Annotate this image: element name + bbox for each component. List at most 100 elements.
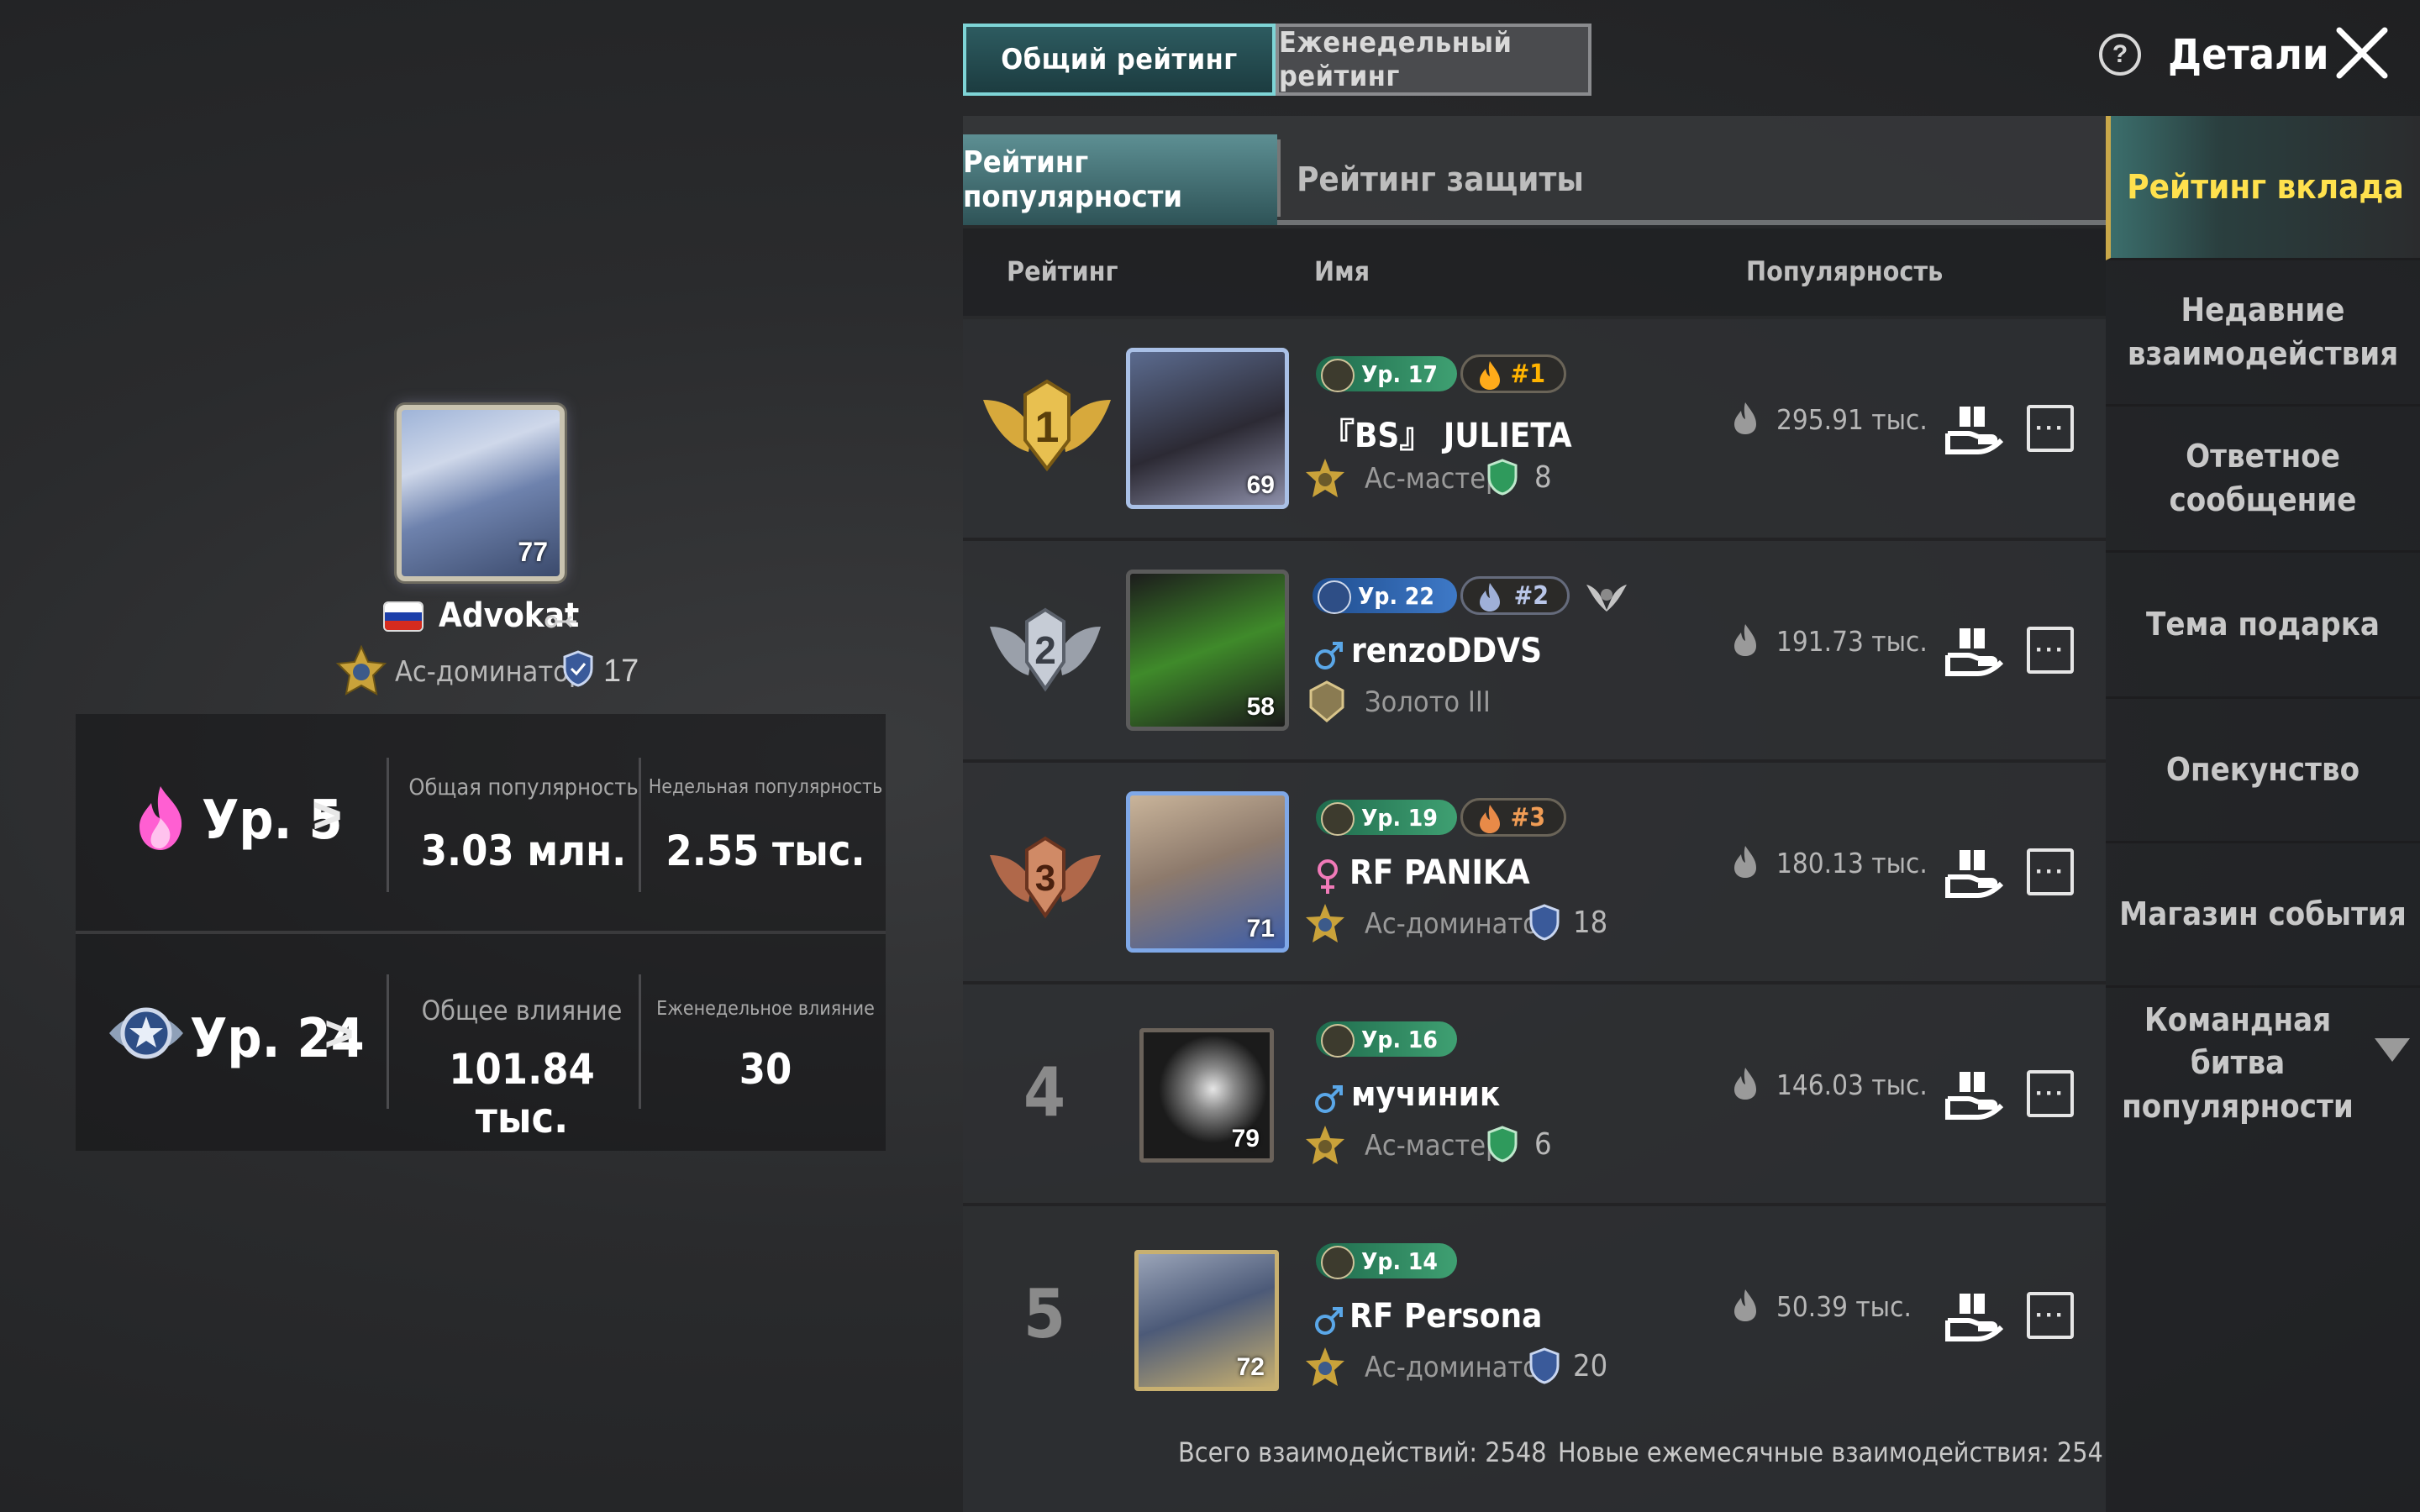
player-name[interactable]: RF Persona <box>1349 1297 1542 1336</box>
male-gender-icon <box>1315 1307 1343 1335</box>
sidebar-item-guardianship[interactable]: Опекунство <box>2106 699 2420 843</box>
flame-icon <box>1480 361 1500 390</box>
total-popularity-value: 3.03 млн. <box>420 827 627 875</box>
profile-tier-number: 17 <box>603 654 639 689</box>
monthly-interactions: Новые ежемесячные взаимодействия: 254 <box>1558 1436 2103 1468</box>
popularity-value: 295.91 тыс. <box>1776 403 1928 436</box>
shield-icon <box>1529 1347 1560 1384</box>
avatar-level: 69 <box>1246 471 1275 499</box>
weekly-popularity-value: 2.55 тыс. <box>666 827 865 875</box>
weekly-influence-label: Еженедельное влияние <box>656 998 875 1020</box>
gold-rank-1-icon: 1 <box>983 379 1111 472</box>
ace-master-icon <box>1306 1126 1344 1164</box>
star-badge-icon <box>109 1007 183 1059</box>
player-name[interactable]: мучиник <box>1351 1075 1500 1114</box>
sidebar-item-recent-interactions[interactable]: Недавние взаимодействия <box>2106 260 2420 407</box>
gift-hand-icon[interactable] <box>1944 1065 2005 1126</box>
flame-icon <box>1734 846 1756 878</box>
flame-icon <box>1480 805 1500 833</box>
player-avatar[interactable]: 69 <box>1126 348 1289 509</box>
ace-dominator-icon <box>1306 904 1344 942</box>
weekly-influence-value: 30 <box>739 1045 792 1094</box>
female-gender-icon <box>1318 859 1338 894</box>
more-options-button[interactable]: ··· <box>2027 848 2074 895</box>
svg-text:2: 2 <box>1034 628 1056 672</box>
player-tier: Ас-мастер <box>1365 1129 1502 1163</box>
tab-popularity-rating[interactable]: Рейтинг популярности <box>963 134 1277 225</box>
flame-icon <box>1734 1068 1756 1100</box>
avatar-level: 77 <box>518 537 548 567</box>
sidebar-item-reply-message[interactable]: Ответное сообщение <box>2106 407 2420 553</box>
popularity-value: 146.03 тыс. <box>1776 1068 1928 1101</box>
player-avatar[interactable]: 79 <box>1139 1028 1274 1163</box>
player-tier-number: 8 <box>1534 460 1552 495</box>
level-badge: Ур. 22 <box>1313 578 1457 614</box>
popularity-value: 191.73 тыс. <box>1776 625 1928 658</box>
rank-badge: #3 <box>1460 798 1566 837</box>
sidebar-item-contribution-rating[interactable]: Рейтинг вклада <box>2106 116 2420 260</box>
tab-overall-rating[interactable]: Общий рейтинг <box>963 24 1276 96</box>
column-rank: Рейтинг <box>1007 255 1118 287</box>
more-options-button[interactable]: ··· <box>2027 405 2074 452</box>
player-name[interactable]: RF PANIKA <box>1349 853 1530 892</box>
player-tier-number: 18 <box>1573 906 1608 940</box>
avatar-level: 79 <box>1231 1125 1260 1152</box>
gift-hand-icon[interactable] <box>1944 1287 2005 1347</box>
bronze-rank-3-icon: 3 <box>990 836 1101 919</box>
avatar-level: 71 <box>1246 915 1275 942</box>
sidebar-item-event-shop[interactable]: Магазин события <box>2106 843 2420 988</box>
table-row[interactable]: 3 71 Ур. 19 #3 RF PANIKA Ас-доминатор 18… <box>963 763 2106 984</box>
chevron-right-icon[interactable]: > <box>313 786 342 844</box>
winged-emblem-icon <box>1586 585 1627 612</box>
more-options-button[interactable]: ··· <box>2027 1292 2074 1339</box>
player-avatar[interactable]: 72 <box>1134 1250 1279 1391</box>
close-icon[interactable] <box>2333 24 2391 82</box>
rank-badge: #1 <box>1460 354 1566 393</box>
player-avatar[interactable]: 58 <box>1126 570 1289 731</box>
gift-hand-icon[interactable] <box>1944 622 2005 682</box>
total-popularity-label: Общая популярность <box>408 774 639 801</box>
ace-dominator-icon <box>1306 1347 1344 1386</box>
profile-avatar[interactable]: 77 <box>397 405 565 581</box>
ornament-icon <box>544 615 576 628</box>
rank-number: 4 <box>1023 1053 1066 1131</box>
chevron-right-icon[interactable]: > <box>324 1005 354 1063</box>
player-tier: Золото III <box>1365 685 1491 719</box>
ace-master-icon <box>1306 459 1344 497</box>
flame-icon <box>1480 583 1500 612</box>
table-row[interactable]: 4 79 Ур. 16 мучиник Ас-мастер 6 146.03 т… <box>963 984 2106 1206</box>
influence-stats-panel: Ур. 24 > Общее влияние 101.84 тыс. Ежене… <box>76 934 886 1151</box>
shield-icon <box>563 650 593 687</box>
chevron-down-icon[interactable] <box>2373 1035 2412 1063</box>
table-row[interactable]: 2 58 Ур. 22 #2 renzoDDVS Золото III 191.… <box>963 541 2106 763</box>
sidebar-item-team-popularity-battle[interactable]: Командная битва популярности <box>2106 988 2420 1139</box>
rank-badge: #2 <box>1460 576 1570 615</box>
column-name: Имя <box>1314 255 1370 287</box>
flame-icon <box>1734 1289 1756 1321</box>
details-link[interactable]: Детали <box>2168 30 2328 79</box>
table-row[interactable]: 1 69 Ур. 17 #1 『BS』 JULIETA Ас-мастер 8 … <box>963 319 2106 541</box>
player-tier: Ас-доминатор <box>1365 907 1555 941</box>
flame-icon <box>1734 402 1756 434</box>
player-name[interactable]: renzoDDVS <box>1351 632 1542 670</box>
popularity-value: 180.13 тыс. <box>1776 847 1928 879</box>
avatar-level: 72 <box>1236 1353 1265 1381</box>
male-gender-icon <box>1315 1085 1343 1113</box>
level-badge: Ур. 16 <box>1316 1021 1457 1058</box>
more-options-button[interactable]: ··· <box>2027 1070 2074 1117</box>
tab-defense-rating[interactable]: Рейтинг защиты <box>1281 134 1600 225</box>
sidebar-item-gift-theme[interactable]: Тема подарка <box>2106 553 2420 699</box>
tab-weekly-rating[interactable]: Еженедельный рейтинг <box>1276 24 1591 96</box>
weekly-popularity-label: Недельная популярность <box>648 776 883 798</box>
popularity-stats-panel: Ур. 5 > Общая популярность 3.03 млн. Нед… <box>76 714 886 934</box>
player-avatar[interactable]: 71 <box>1126 791 1289 953</box>
player-name[interactable]: 『BS』 JULIETA <box>1321 408 1572 457</box>
gift-hand-icon[interactable] <box>1944 400 2005 460</box>
svg-text:3: 3 <box>1035 858 1055 899</box>
player-tier: Ас-доминатор <box>1365 1351 1555 1384</box>
column-popularity: Популярность <box>1746 255 1944 287</box>
gift-hand-icon[interactable] <box>1944 843 2005 904</box>
question-icon[interactable]: ? <box>2099 34 2141 76</box>
divider <box>639 974 641 1109</box>
more-options-button[interactable]: ··· <box>2027 627 2074 674</box>
